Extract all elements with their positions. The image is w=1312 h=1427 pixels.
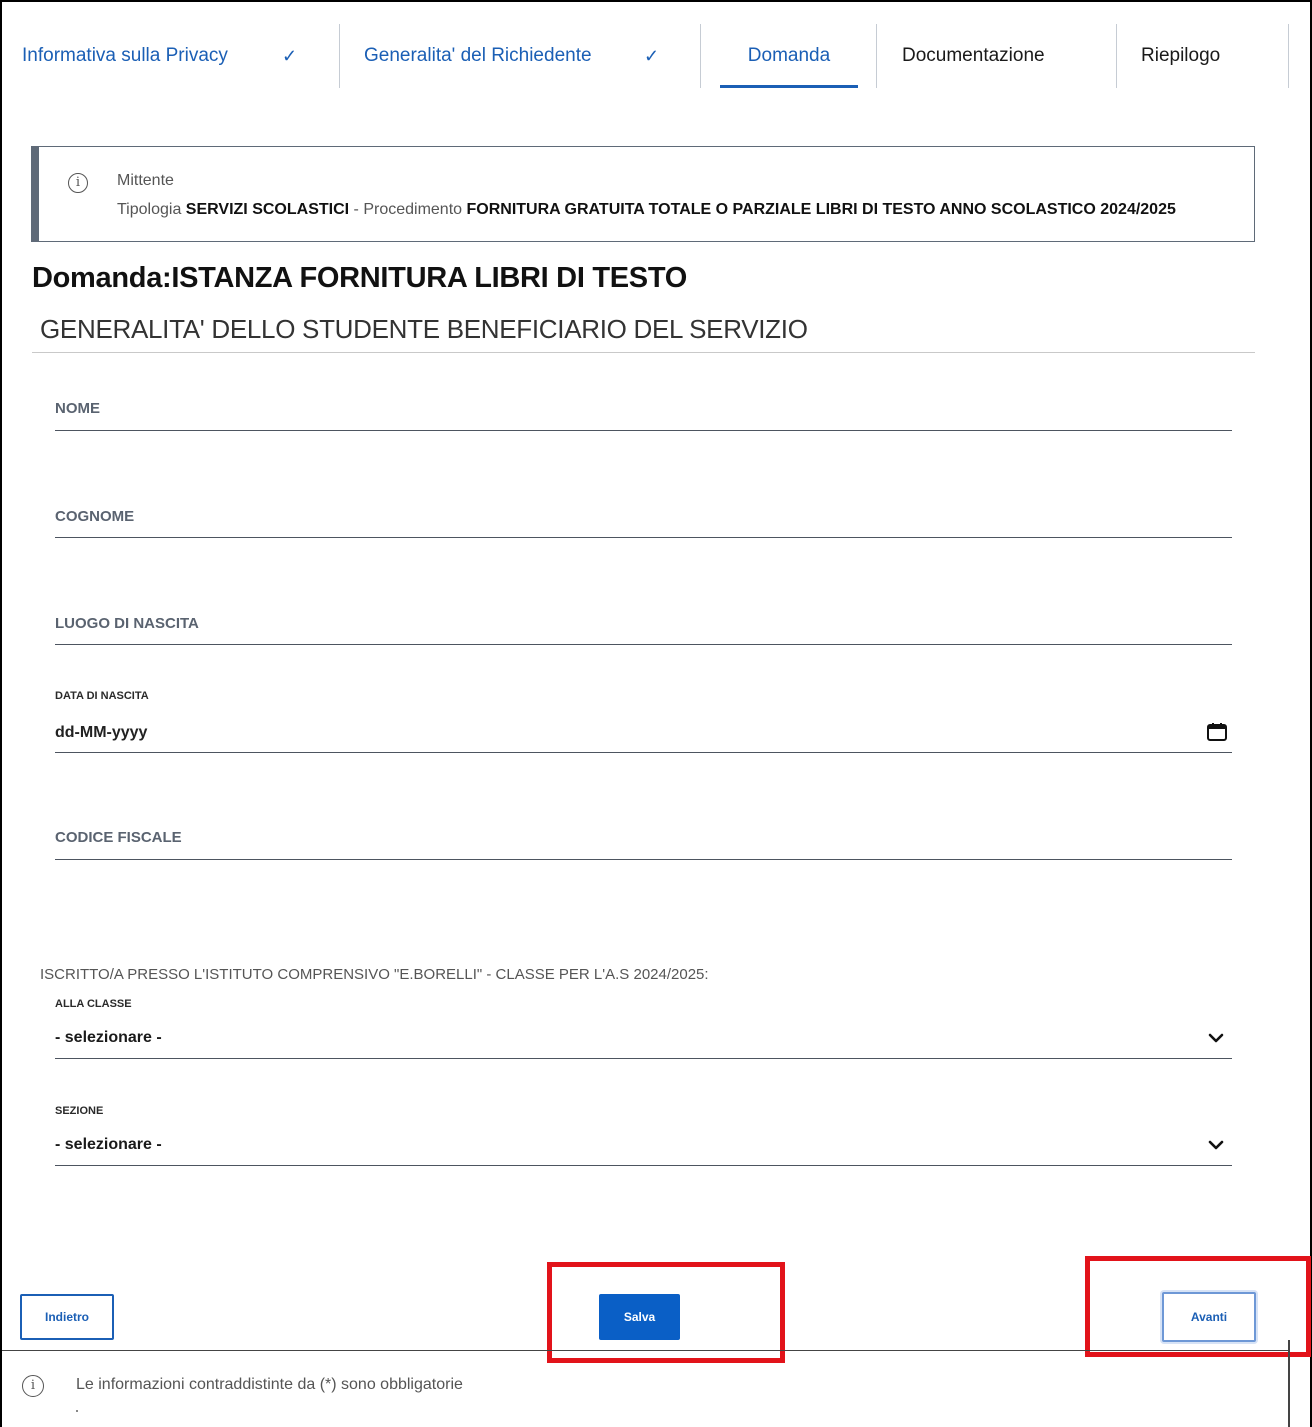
step-generalita-label: Generalita' del Richiedente	[364, 45, 592, 66]
chevron-down-icon[interactable]	[1208, 1140, 1224, 1150]
data-nascita-placeholder: dd-MM-yyyy	[55, 724, 148, 741]
sezione-label: SEZIONE	[55, 1105, 104, 1117]
info-icon: i	[22, 1375, 44, 1397]
step-divider	[339, 24, 340, 88]
step-generalita-richiedente[interactable]: Generalita' del Richiedente ✓	[364, 24, 684, 88]
cognome-field[interactable]: COGNOME	[55, 501, 1232, 538]
data-nascita-field[interactable]: DATA DI NASCITA dd-MM-yyyy	[55, 686, 1232, 753]
procedure-line: Tipologia SERVIZI SCOLASTICI - Procedime…	[117, 201, 1176, 219]
active-step-underline	[720, 85, 858, 88]
sezione-selected: - selezionare -	[55, 1136, 162, 1153]
step-documentazione-label: Documentazione	[902, 45, 1045, 66]
next-highlight-box	[1085, 1256, 1311, 1357]
chevron-down-icon[interactable]	[1208, 1033, 1224, 1043]
required-fields-note: Le informazioni contraddistinte da (*) s…	[76, 1376, 463, 1393]
step-riepilogo-label: Riepilogo	[1141, 45, 1221, 66]
data-nascita-label: DATA DI NASCITA	[55, 690, 149, 702]
info-icon: i	[68, 173, 88, 193]
info-callout: i Mittente Tipologia SERVIZI SCOLASTICI …	[31, 146, 1255, 242]
procedure-prefix: Procedimento	[363, 201, 463, 218]
save-highlight-box	[547, 1262, 785, 1363]
procedure-value: FORNITURA GRATUITA TOTALE O PARZIALE LIB…	[466, 201, 1176, 218]
enrollment-caption: ISCRITTO/A PRESSO L'ISTITUTO COMPRENSIVO…	[40, 966, 709, 983]
step-domanda[interactable]: Domanda	[720, 24, 858, 88]
codice-fiscale-field[interactable]: CODICE FISCALE	[55, 823, 1232, 860]
footer-edge	[1288, 1340, 1290, 1427]
type-value: SERVIZI SCOLASTICI	[185, 201, 350, 218]
stepper-edge	[1288, 24, 1289, 88]
footer-dot	[76, 1410, 78, 1412]
sender-label: Mittente	[117, 172, 174, 189]
calendar-icon[interactable]	[1206, 722, 1228, 742]
step-documentazione[interactable]: Documentazione	[902, 24, 1102, 88]
sezione-select[interactable]: SEZIONE - selezionare -	[55, 1101, 1232, 1166]
check-icon: ✓	[644, 46, 660, 66]
footer-divider	[2, 1350, 1290, 1351]
luogo-nascita-field[interactable]: LUOGO DI NASCITA	[55, 608, 1232, 645]
step-divider	[700, 24, 701, 88]
classe-select[interactable]: ALLA CLASSE - selezionare -	[55, 994, 1232, 1059]
check-icon: ✓	[282, 46, 298, 66]
classe-selected: - selezionare -	[55, 1029, 162, 1046]
step-privacy-label: Informativa sulla Privacy	[22, 45, 228, 66]
back-button[interactable]: Indietro	[20, 1294, 114, 1340]
step-divider	[876, 24, 877, 88]
nome-field[interactable]: NOME	[55, 394, 1232, 431]
section-divider	[32, 352, 1255, 353]
page-title: Domanda:ISTANZA FORNITURA LIBRI DI TESTO	[32, 262, 687, 294]
step-divider	[1116, 24, 1117, 88]
progress-stepper: Informativa sulla Privacy ✓ Generalita' …	[2, 24, 1298, 88]
section-title: GENERALITA' DELLO STUDENTE BENEFICIARIO …	[40, 314, 808, 344]
step-privacy[interactable]: Informativa sulla Privacy ✓	[22, 24, 322, 88]
separator: -	[353, 201, 359, 218]
step-riepilogo[interactable]: Riepilogo	[1141, 24, 1261, 88]
type-prefix: Tipologia	[117, 201, 182, 218]
step-domanda-label: Domanda	[747, 45, 831, 66]
classe-label: ALLA CLASSE	[55, 998, 132, 1010]
